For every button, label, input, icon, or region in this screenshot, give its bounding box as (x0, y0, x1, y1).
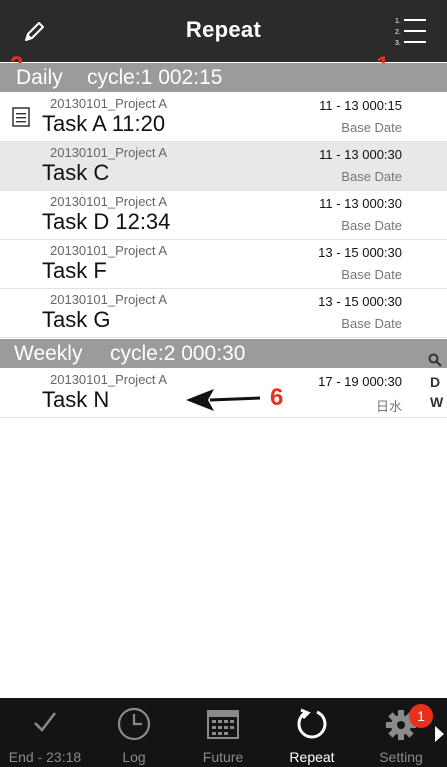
base-label: Base Date (341, 316, 402, 331)
base-label: Base Date (341, 267, 402, 282)
svg-text:2.: 2. (395, 29, 401, 36)
project-name: 20130101_Project A (50, 372, 168, 387)
search-icon[interactable] (428, 353, 442, 367)
task-name: Task N (42, 387, 110, 412)
section-header-weekly: Weekly cycle:2 000:30 (0, 339, 447, 368)
clock-icon (117, 707, 151, 741)
weekday-label: 日水 (375, 399, 402, 414)
checkmark-icon (34, 712, 56, 732)
list-item[interactable]: 20130101_Project A Task A 11:20 11 - 13 … (0, 93, 447, 142)
project-name: 20130101_Project A (50, 243, 168, 258)
calendar-icon (207, 710, 239, 739)
section-name: Weekly (14, 342, 83, 365)
tab-label: End - 23:18 (8, 749, 82, 765)
task-name: Task F (42, 258, 107, 283)
task-name: Task D 12:34 (42, 209, 171, 234)
memo-icon (12, 107, 30, 127)
day-range: 11 - 13 000:30 (319, 147, 402, 162)
project-name: 20130101_Project A (50, 96, 168, 111)
base-label: Base Date (341, 169, 402, 184)
tab-log[interactable]: Log (89, 698, 179, 767)
task-name: Task A 11:20 (42, 111, 166, 136)
svg-text:1.: 1. (395, 18, 401, 25)
page-title: Repeat (185, 17, 262, 42)
tab-future[interactable]: Future (178, 698, 268, 767)
list-item[interactable]: 20130101_Project A Task C 11 - 13 000:30… (0, 142, 447, 191)
project-name: 20130101_Project A (50, 292, 168, 307)
project-name: 20130101_Project A (50, 145, 168, 160)
annotation-number-6: 6 (270, 384, 284, 411)
tab-end[interactable]: End - 23:18 (0, 698, 90, 767)
day-range: 13 - 15 000:30 (318, 294, 402, 309)
setting-notification-badge: 1 (409, 704, 433, 728)
index-letter-w[interactable]: W (430, 394, 443, 410)
base-label: Base Date (341, 120, 402, 135)
chevron-right-icon[interactable] (433, 725, 445, 743)
list-item[interactable]: 20130101_Project A Task D 12:34 11 - 13 … (0, 191, 447, 240)
tab-bar: End - 23:18 Log Future Repeat Setting (0, 698, 447, 767)
task-name: Task C (42, 160, 110, 185)
base-label: Base Date (341, 218, 402, 233)
index-letter-d[interactable]: D (430, 374, 440, 390)
section-name: Daily (16, 66, 63, 89)
tab-label: Log (122, 749, 146, 765)
tab-label: Future (202, 749, 244, 765)
day-range: 17 - 19 000:30 (318, 374, 402, 389)
tab-repeat[interactable]: Repeat (267, 698, 357, 767)
tab-label: Repeat (289, 749, 335, 765)
svg-text:3.: 3. (395, 40, 401, 47)
project-name: 20130101_Project A (50, 194, 168, 209)
day-range: 13 - 15 000:30 (318, 245, 402, 260)
section-cycle: cycle:2 000:30 (110, 342, 246, 365)
task-name: Task G (42, 307, 111, 332)
list-item[interactable]: 20130101_Project A Task G 13 - 15 000:30… (0, 289, 447, 338)
section-cycle: cycle:1 002:15 (87, 66, 223, 89)
numbered-list-icon[interactable]: 1. 2. 3. (392, 14, 428, 48)
annotation-arrow-icon (186, 389, 261, 411)
list-item[interactable]: 20130101_Project A Task F 13 - 15 000:30… (0, 240, 447, 289)
day-range: 11 - 13 000:30 (319, 196, 402, 211)
section-header-daily: Daily cycle:1 002:15 (0, 63, 447, 92)
tab-label: Setting (379, 749, 423, 765)
repeat-circle-icon (297, 708, 327, 739)
day-range: 11 - 13 000:15 (319, 98, 402, 113)
